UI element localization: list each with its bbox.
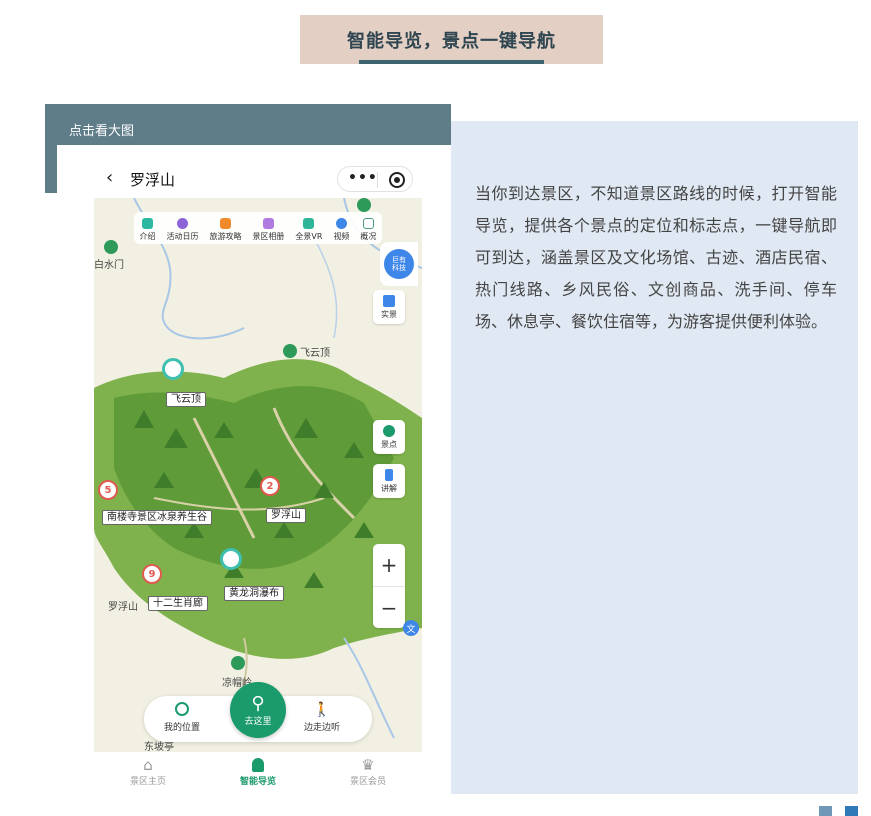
map-label-baishuimen[interactable]: 白水门 — [94, 256, 124, 271]
tab-guide[interactable]: 智能导览 — [218, 756, 298, 787]
map-label-huanglongdong[interactable]: 黄龙洞瀑布 — [224, 586, 284, 601]
toolbar-label: 概况 — [360, 232, 377, 241]
walking-icon: 🚶 — [313, 702, 331, 718]
mountain-icon[interactable] — [104, 240, 118, 254]
back-icon[interactable]: ‹ — [106, 167, 113, 188]
brand-logo-line2: 科技 — [392, 264, 406, 272]
guide-icon — [219, 218, 231, 229]
map-label-luofushan-left[interactable]: 罗浮山 — [108, 598, 138, 613]
guide-pin-icon — [252, 758, 264, 772]
spots-label: 景点 — [381, 439, 397, 449]
toolbar-label: 景区相册 — [252, 232, 285, 241]
zoom-in-button[interactable]: + — [373, 544, 405, 586]
spots-icon — [383, 424, 395, 437]
go-here-label: 去这里 — [244, 716, 272, 727]
toolbar-label: 全景VR — [295, 232, 323, 241]
pager-dot[interactable] — [819, 806, 832, 816]
description-text: 当你到达景区，不知道景区路线的时候，打开智能导览，提供各个景点的定位和标志点，一… — [475, 184, 837, 331]
walk-listen-button[interactable]: 🚶 边走边听 — [304, 702, 340, 733]
realscene-icon — [383, 294, 395, 307]
toolbar-calendar[interactable]: 活动日历 — [166, 218, 198, 242]
home-icon: ⌂ — [143, 756, 153, 774]
explain-label: 讲解 — [381, 483, 397, 493]
route-pin-icon: ⚲ — [251, 692, 265, 714]
heading-underline — [359, 60, 544, 64]
toolbar-album[interactable]: 景区相册 — [252, 218, 284, 242]
go-here-button[interactable]: ⚲ 去这里 — [230, 682, 286, 738]
wen-marker[interactable]: 文 — [403, 620, 419, 636]
map-label-feiyunding[interactable]: 飞云顶 — [166, 392, 206, 407]
brand-logo-line1: 巨有 — [392, 256, 406, 264]
intro-icon — [141, 218, 153, 229]
my-location-button[interactable]: 我的位置 — [164, 702, 200, 733]
brand-logo: 巨有 科技 — [384, 249, 414, 279]
pin-marker-9[interactable]: 9 — [142, 564, 162, 584]
header-band[interactable]: 点击看大图 — [45, 104, 451, 145]
realscene-label: 实景 — [381, 309, 397, 319]
microphone-icon — [385, 468, 393, 481]
tab-label: 景区主页 — [129, 777, 166, 787]
tab-label: 智能导览 — [239, 777, 276, 787]
mini-program-nav: ‹ 罗浮山 ••• — [94, 158, 422, 198]
tab-home[interactable]: ⌂ 景区主页 — [108, 756, 188, 787]
phone-screenshot[interactable]: ‹ 罗浮山 ••• 介绍 活动日历 旅游攻略 景区相册 全景VR 视频 概况 巨… — [94, 158, 422, 794]
zoom-control: + − — [373, 544, 405, 628]
map-label-nanlousi[interactable]: 南楼寺景区冰泉养生谷 — [102, 510, 212, 525]
tab-member[interactable]: ♛ 景区会员 — [328, 756, 408, 787]
close-target-icon[interactable] — [389, 172, 405, 188]
section-heading-text: 智能导览，景点一键导航 — [347, 30, 556, 52]
locate-icon — [175, 702, 189, 716]
tab-label: 景区会员 — [349, 777, 386, 787]
realscene-button[interactable]: 实景 — [373, 290, 405, 324]
vr-icon — [303, 218, 315, 229]
mountain-icon[interactable] — [283, 344, 297, 358]
spots-button[interactable]: 景点 — [373, 420, 405, 454]
explain-button[interactable]: 讲解 — [373, 464, 405, 498]
toolbar-vr[interactable]: 全景VR — [295, 218, 322, 242]
capsule-divider — [377, 172, 378, 188]
map-toolbar: 介绍 活动日历 旅游攻略 景区相册 全景VR 视频 概况 — [134, 212, 382, 244]
toolbar-label: 介绍 — [139, 232, 156, 241]
map-label-luofushan[interactable]: 罗浮山 — [266, 508, 306, 523]
calendar-icon — [176, 218, 188, 229]
scenic-map[interactable]: 介绍 活动日历 旅游攻略 景区相册 全景VR 视频 概况 巨有 科技 实景 景点… — [94, 198, 422, 752]
spot-marker-icon[interactable] — [220, 548, 242, 570]
map-overview-icon — [362, 218, 374, 229]
mountain-icon[interactable] — [231, 656, 245, 670]
toolbar-label: 视频 — [333, 232, 350, 241]
pin-marker-2[interactable]: 2 — [260, 476, 280, 496]
toolbar-label: 旅游攻略 — [209, 232, 242, 241]
tab-bar: ⌂ 景区主页 智能导览 ♛ 景区会员 — [94, 752, 422, 794]
album-icon — [262, 218, 274, 229]
toolbar-intro[interactable]: 介绍 — [139, 218, 155, 242]
zoom-out-button[interactable]: − — [373, 587, 405, 629]
map-label-feiyunding-peak[interactable]: 飞云顶 — [300, 344, 330, 359]
map-label-shierxiao[interactable]: 十二生肖廊 — [148, 596, 208, 611]
toolbar-label: 活动日历 — [166, 232, 199, 241]
capsule-menu[interactable]: ••• — [337, 166, 413, 192]
walk-listen-label: 边走边听 — [304, 723, 341, 733]
view-large-link[interactable]: 点击看大图 — [69, 120, 134, 139]
crown-icon: ♛ — [361, 756, 375, 774]
spot-marker-icon[interactable] — [162, 358, 184, 380]
band-decoration — [45, 145, 57, 193]
video-icon — [335, 218, 347, 229]
section-heading: 智能导览，景点一键导航 — [300, 15, 603, 64]
brand-badge[interactable]: 巨有 科技 — [380, 242, 418, 286]
pager-dot-active[interactable] — [845, 806, 858, 816]
nav-title: 罗浮山 — [130, 171, 176, 189]
my-location-label: 我的位置 — [164, 723, 201, 733]
more-icon[interactable]: ••• — [348, 170, 378, 186]
toolbar-guide[interactable]: 旅游攻略 — [209, 218, 241, 242]
mountain-icon[interactable] — [357, 198, 371, 212]
toolbar-video[interactable]: 视频 — [333, 218, 349, 242]
pin-marker-5[interactable]: 5 — [98, 480, 118, 500]
toolbar-overview[interactable]: 概况 — [360, 218, 376, 242]
